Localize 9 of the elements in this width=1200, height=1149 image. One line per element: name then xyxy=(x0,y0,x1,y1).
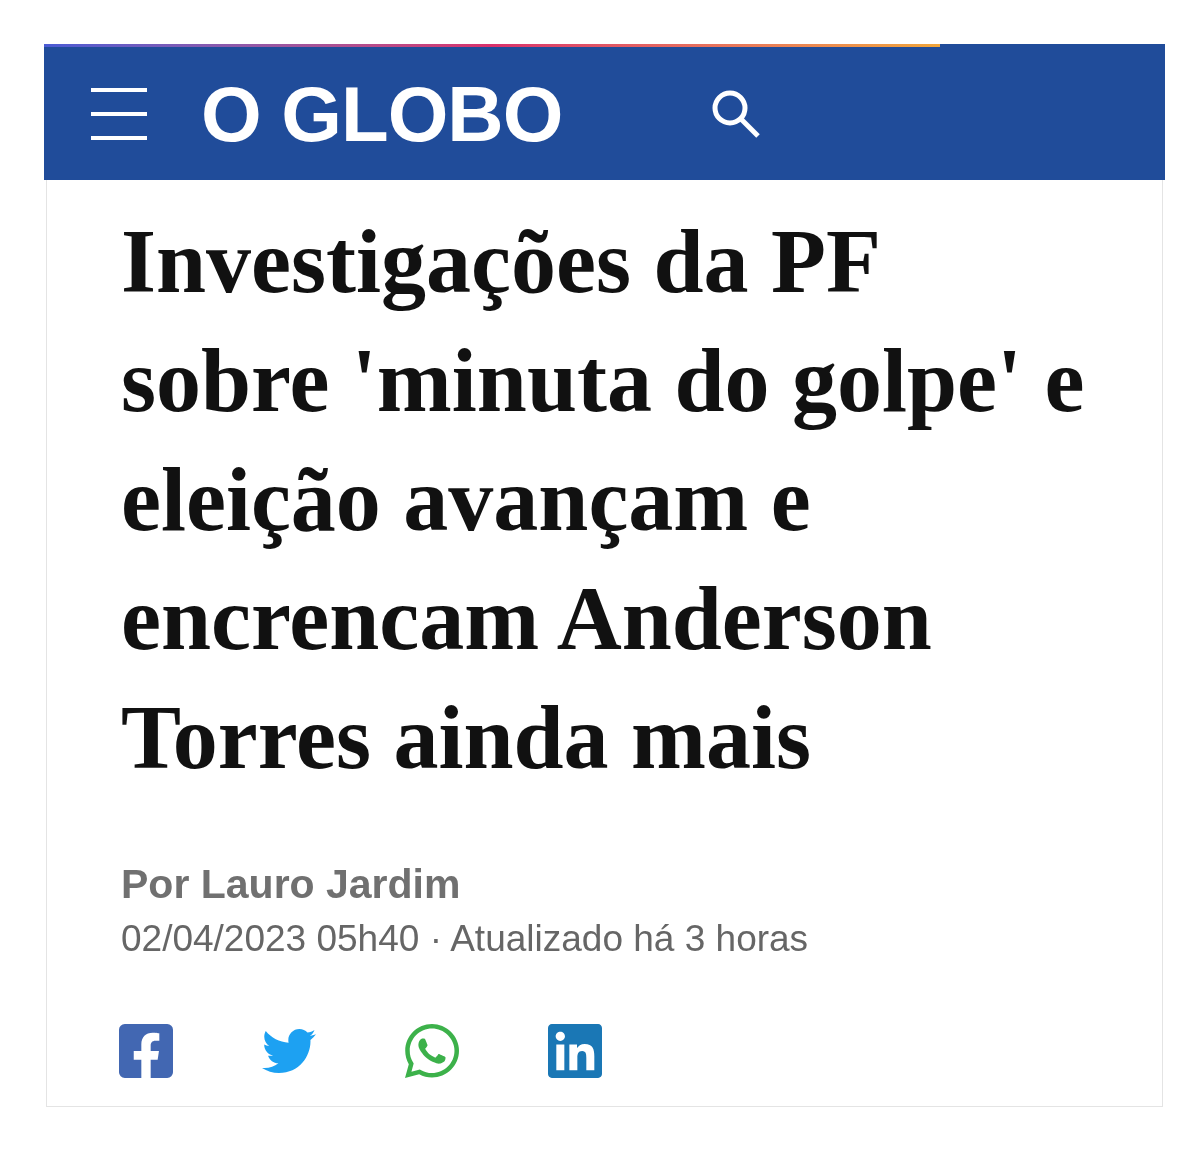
headline: Investigações da PF sobre 'minuta do golpe' e eleição avançam e encrencam Anderson Torres ainda mais xyxy=(121,211,1086,789)
byline: Por Lauro Jardim xyxy=(121,860,461,908)
logo[interactable]: O GLOBO xyxy=(201,74,563,153)
publish-date: 02/04/2023 05h40 · Atualizado há 3 horas xyxy=(121,917,809,961)
linkedin-icon[interactable] xyxy=(548,1024,602,1078)
facebook-icon[interactable] xyxy=(119,1024,173,1078)
menu-icon[interactable] xyxy=(91,87,147,140)
whatsapp-icon[interactable] xyxy=(405,1024,459,1078)
search-icon[interactable] xyxy=(712,89,761,138)
